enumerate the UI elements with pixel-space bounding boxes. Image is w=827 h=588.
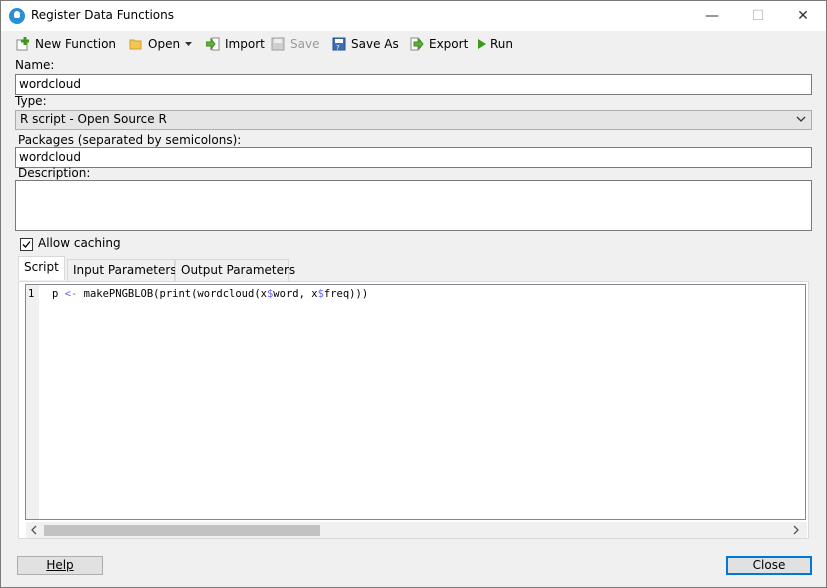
packages-input[interactable]: wordcloud [15, 147, 812, 168]
app-logo-icon [9, 8, 25, 24]
folder-open-icon [129, 39, 142, 50]
open-dropdown-arrow-icon[interactable] [185, 42, 192, 47]
help-button-label: Help [46, 558, 74, 572]
close-button[interactable]: Close [726, 556, 812, 575]
type-select[interactable]: R script - Open Source R [15, 110, 812, 130]
register-data-functions-dialog: Register Data Functions — ☐ ✕ New Functi… [0, 0, 827, 588]
minimize-button[interactable]: — [689, 1, 735, 31]
save-label: Save [290, 37, 320, 51]
script-editor[interactable]: 1 p <- makePNGBLOB(print(wordcloud(x$wor… [25, 284, 807, 538]
export-label: Export [429, 37, 469, 51]
maximize-button[interactable]: ☐ [735, 1, 781, 31]
code-token: p [52, 288, 65, 300]
code-token: word, x [273, 288, 318, 300]
new-function-label: New Function [35, 37, 117, 51]
title-bar: Register Data Functions — ☐ ✕ [1, 1, 826, 31]
save-icon [271, 37, 285, 51]
new-function-icon [16, 37, 29, 51]
allow-caching-checkbox[interactable] [20, 238, 33, 251]
chevron-down-icon [796, 116, 806, 122]
tab-output-parameters[interactable]: Output Parameters [175, 259, 295, 281]
svg-text:?: ? [336, 44, 340, 51]
scroll-right-icon[interactable] [789, 523, 803, 537]
run-button[interactable]: Run [475, 33, 515, 55]
horizontal-scrollbar[interactable] [26, 522, 807, 538]
export-icon [410, 37, 424, 51]
run-play-icon [478, 39, 486, 49]
save-as-button[interactable]: ? Save As [332, 33, 399, 55]
tab-script[interactable]: Script [18, 256, 65, 280]
line-number-gutter [26, 285, 39, 519]
export-button[interactable]: Export [410, 33, 469, 55]
line-number: 1 [28, 288, 35, 300]
code-line[interactable]: p <- makePNGBLOB(print(wordcloud(x$word,… [52, 288, 368, 300]
save-button[interactable]: Save [271, 33, 320, 55]
scrollbar-thumb[interactable] [44, 525, 320, 536]
toolbar: New Function Open Import Save ? Save As … [1, 33, 826, 55]
import-icon [206, 37, 220, 51]
save-as-icon: ? [332, 37, 346, 51]
script-tab-panel: 1 p <- makePNGBLOB(print(wordcloud(x$wor… [18, 281, 809, 539]
checkmark-icon [22, 241, 31, 248]
code-operator: <- [64, 288, 78, 300]
open-button[interactable]: Open [129, 33, 193, 55]
window-title: Register Data Functions [31, 8, 174, 22]
import-label: Import [225, 37, 265, 51]
allow-caching-label[interactable]: Allow caching [38, 236, 121, 250]
description-textarea[interactable] [15, 180, 812, 231]
name-label: Name: [15, 58, 55, 72]
save-as-label: Save As [351, 37, 399, 51]
description-label: Description: [18, 166, 91, 180]
close-window-button[interactable]: ✕ [780, 1, 826, 31]
code-token: makePNGBLOB(print(wordcloud(x [77, 288, 267, 300]
type-select-value: R script - Open Source R [20, 112, 167, 126]
run-label: Run [490, 37, 514, 51]
new-function-button[interactable]: New Function [16, 33, 116, 55]
type-label: Type: [15, 94, 47, 108]
name-input[interactable]: wordcloud [15, 74, 812, 95]
scroll-left-icon[interactable] [27, 523, 41, 537]
open-label: Open [148, 37, 181, 51]
code-token: freq))) [323, 288, 369, 300]
tab-input-parameters[interactable]: Input Parameters [67, 259, 177, 281]
import-button[interactable]: Import [206, 33, 265, 55]
packages-label: Packages (separated by semicolons): [18, 133, 242, 147]
help-button[interactable]: Help [17, 556, 103, 575]
